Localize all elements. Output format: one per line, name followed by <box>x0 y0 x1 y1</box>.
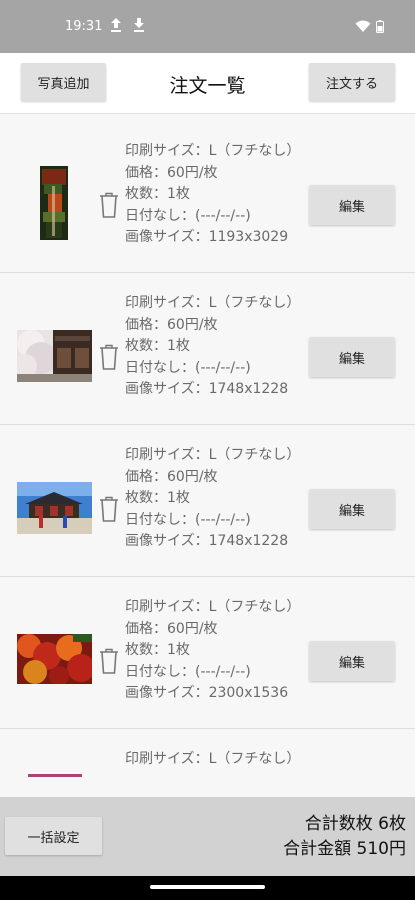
upload-icon <box>111 18 121 32</box>
bulk-settings-button[interactable]: 一括設定 <box>5 817 102 855</box>
print-size-text: 印刷サイズ：L（フチなし） <box>125 447 301 463</box>
list-item: 印刷サイズ：L（フチなし） 価格：60円/枚 枚数：1枚 日付なし：(---/-… <box>0 425 415 577</box>
print-size-text: 印刷サイズ：L（フチなし） <box>125 295 301 311</box>
photo-thumbnail[interactable] <box>28 774 82 777</box>
totals: 合計数枚 6枚 合計金額 510円 <box>283 812 406 862</box>
trash-icon[interactable] <box>97 495 121 523</box>
image-size-text: 画像サイズ：1748x1228 <box>125 533 289 549</box>
order-list[interactable]: 印刷サイズ：L（フチなし） 価格：60円/枚 枚数：1枚 日付なし：(---/-… <box>0 121 415 797</box>
trash-icon[interactable] <box>97 647 121 675</box>
print-size-text: 印刷サイズ：L（フチなし） <box>125 599 301 615</box>
count-text: 枚数：1枚 <box>125 186 190 202</box>
list-item: 印刷サイズ：L（フチなし） 価格：60円/枚 枚数：1枚 日付なし：(---/-… <box>0 577 415 729</box>
photo-thumbnail[interactable] <box>17 482 92 534</box>
date-text: 日付なし：(---/--/--) <box>125 359 251 376</box>
wifi-icon <box>355 20 371 32</box>
footer: 一括設定 合計数枚 6枚 合計金額 510円 <box>0 797 415 876</box>
price-text: 価格：60円/枚 <box>125 316 218 333</box>
battery-icon <box>376 20 384 33</box>
image-size-text: 画像サイズ：1193x3029 <box>125 229 289 245</box>
date-text: 日付なし：(---/--/--) <box>125 663 251 680</box>
photo-thumbnail[interactable] <box>17 634 92 684</box>
list-item: 印刷サイズ：L（フチなし） <box>0 729 415 797</box>
edit-button[interactable]: 編集 <box>309 641 395 681</box>
date-text: 日付なし：(---/--/--) <box>125 511 251 528</box>
list-item: 印刷サイズ：L（フチなし） 価格：60円/枚 枚数：1枚 日付なし：(---/-… <box>0 121 415 273</box>
edit-button[interactable]: 編集 <box>309 337 395 377</box>
item-info: 印刷サイズ：L（フチなし） <box>125 749 300 771</box>
header-divider <box>0 113 415 114</box>
header: 写真追加 注文一覧 注文する <box>0 53 415 113</box>
image-size-text: 画像サイズ：1748x1228 <box>125 381 289 397</box>
price-text: 価格：60円/枚 <box>125 164 218 181</box>
trash-icon[interactable] <box>97 191 121 219</box>
item-info: 印刷サイズ：L（フチなし） 価格：60円/枚 枚数：1枚 日付なし：(---/-… <box>125 445 300 553</box>
navigation-bar <box>0 876 415 900</box>
order-button[interactable]: 注文する <box>309 63 395 101</box>
status-time: 19:31 <box>65 19 103 34</box>
count-text: 枚数：1枚 <box>125 338 190 354</box>
photo-thumbnail[interactable] <box>40 166 68 240</box>
photo-thumbnail[interactable] <box>17 330 92 382</box>
price-text: 価格：60円/枚 <box>125 620 218 637</box>
home-gesture-handle[interactable] <box>150 885 265 889</box>
edit-button[interactable]: 編集 <box>309 185 395 225</box>
item-info: 印刷サイズ：L（フチなし） 価格：60円/枚 枚数：1枚 日付なし：(---/-… <box>125 293 300 401</box>
count-text: 枚数：1枚 <box>125 490 190 506</box>
download-icon <box>134 18 144 32</box>
print-size-text: 印刷サイズ：L（フチなし） <box>125 143 301 159</box>
print-size-text: 印刷サイズ：L（フチなし） <box>125 751 301 767</box>
status-bar: 19:31 <box>0 0 415 53</box>
date-text: 日付なし：(---/--/--) <box>125 207 251 224</box>
image-size-text: 画像サイズ：2300x1536 <box>125 685 289 701</box>
total-count: 合計数枚 6枚 <box>304 814 406 834</box>
count-text: 枚数：1枚 <box>125 642 190 658</box>
list-item: 印刷サイズ：L（フチなし） 価格：60円/枚 枚数：1枚 日付なし：(---/-… <box>0 273 415 425</box>
total-price: 合計金額 510円 <box>283 839 406 859</box>
edit-button[interactable]: 編集 <box>309 489 395 529</box>
item-info: 印刷サイズ：L（フチなし） 価格：60円/枚 枚数：1枚 日付なし：(---/-… <box>125 141 300 249</box>
trash-icon[interactable] <box>97 343 121 371</box>
item-info: 印刷サイズ：L（フチなし） 価格：60円/枚 枚数：1枚 日付なし：(---/-… <box>125 597 300 705</box>
price-text: 価格：60円/枚 <box>125 468 218 485</box>
